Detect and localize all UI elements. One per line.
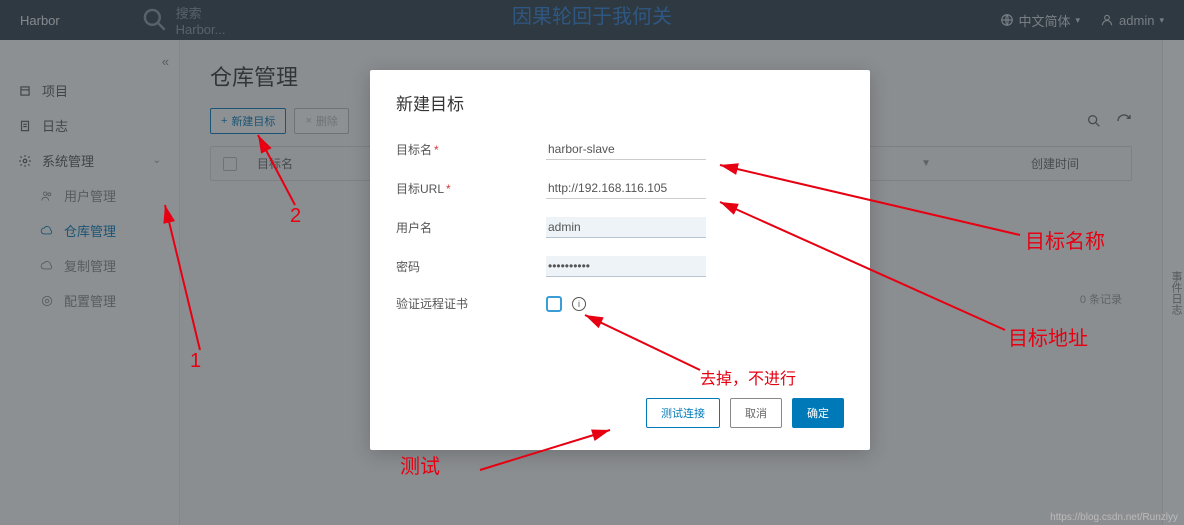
- ok-button[interactable]: 确定: [792, 398, 844, 428]
- new-target-modal: 新建目标 目标名* 目标URL* 用户名 密码 验证远程证书 i 测试连接 取消…: [370, 70, 870, 450]
- password-label: 密码: [396, 258, 546, 275]
- target-url-label: 目标URL*: [396, 180, 546, 197]
- target-url-input[interactable]: [546, 178, 706, 199]
- watermark: https://blog.csdn.net/Runzlyy: [1050, 512, 1178, 523]
- password-input[interactable]: [546, 256, 706, 277]
- verify-cert-label: 验证远程证书: [396, 295, 546, 312]
- cancel-button[interactable]: 取消: [730, 398, 782, 428]
- target-name-input[interactable]: [546, 139, 706, 160]
- target-name-label: 目标名*: [396, 141, 546, 158]
- info-icon[interactable]: i: [572, 297, 586, 311]
- test-connection-button[interactable]: 测试连接: [646, 398, 720, 428]
- username-input[interactable]: [546, 217, 706, 238]
- verify-cert-checkbox[interactable]: [546, 296, 562, 312]
- username-label: 用户名: [396, 219, 546, 236]
- modal-title: 新建目标: [396, 90, 844, 115]
